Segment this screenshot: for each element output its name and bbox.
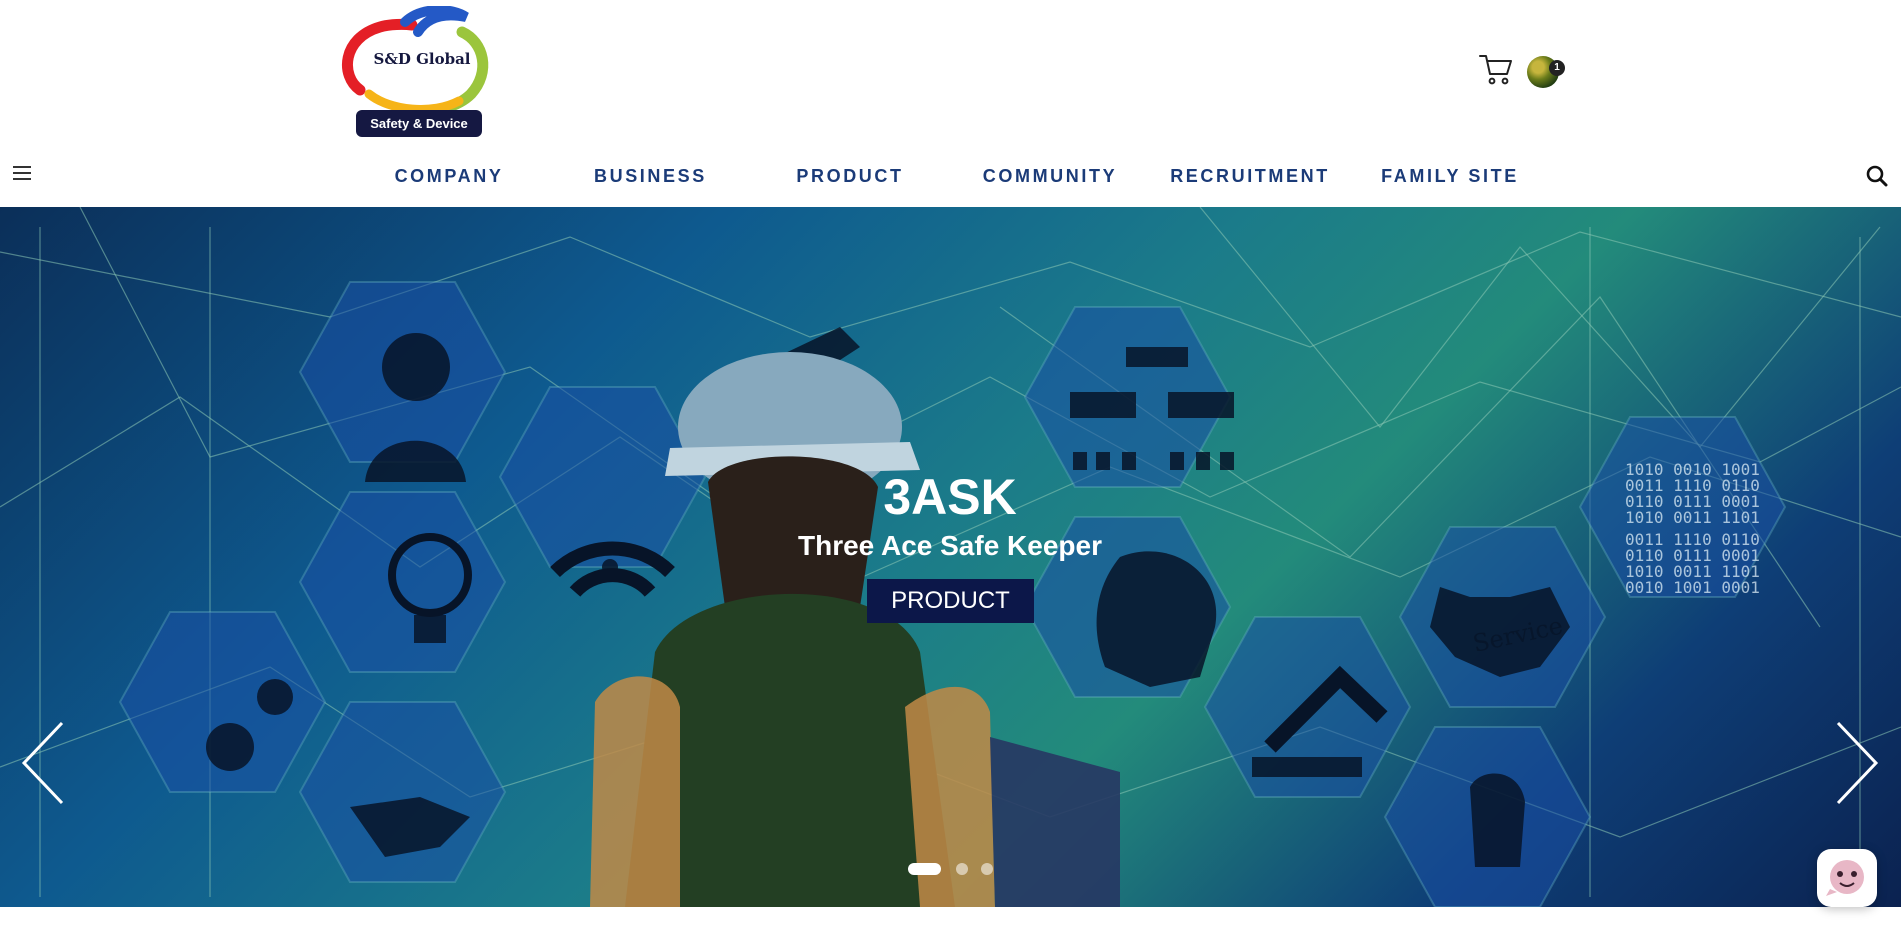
notification-badge: 1 [1549, 60, 1565, 76]
hero-product-button[interactable]: PRODUCT [867, 579, 1034, 623]
logo-name: S&D Global [373, 50, 471, 68]
nav-item-company[interactable]: COMPANY [393, 160, 505, 192]
svg-text:0010 1001 0001: 0010 1001 0001 [1625, 578, 1760, 597]
site-header: S&D Global Safety & Device 1 COMPANY BUS… [0, 0, 1901, 207]
worker-photo [590, 352, 1120, 907]
hero-subtitle: Three Ace Safe Keeper [798, 530, 1102, 561]
slider-next-arrow-icon[interactable] [1832, 721, 1880, 805]
company-logo[interactable]: S&D Global Safety & Device [338, 5, 502, 138]
slider-dot-3[interactable] [981, 863, 993, 875]
nav-item-family-site[interactable]: FAMILY SITE [1380, 160, 1520, 192]
slider-prev-arrow-icon[interactable] [20, 721, 68, 805]
hero-title: 3ASK [883, 469, 1017, 525]
chat-icon [1826, 860, 1864, 896]
svg-text:1010 0011 1101: 1010 0011 1101 [1625, 508, 1760, 527]
chat-widget-button[interactable] [1817, 849, 1877, 907]
slider-pagination [908, 863, 1028, 875]
main-navigation: COMPANY BUSINESS PRODUCT COMMUNITY RECRU… [0, 160, 1901, 192]
search-icon[interactable] [1866, 165, 1888, 187]
cart-icon[interactable] [1478, 52, 1514, 86]
slider-dot-1[interactable] [908, 863, 941, 875]
nav-item-product[interactable]: PRODUCT [794, 160, 906, 192]
nav-item-recruitment[interactable]: RECRUITMENT [1169, 160, 1331, 192]
logo-tagline: Safety & Device [356, 110, 482, 137]
slider-dot-2[interactable] [956, 863, 968, 875]
nav-item-community[interactable]: COMMUNITY [979, 160, 1121, 192]
nav-item-business[interactable]: BUSINESS [594, 160, 706, 192]
